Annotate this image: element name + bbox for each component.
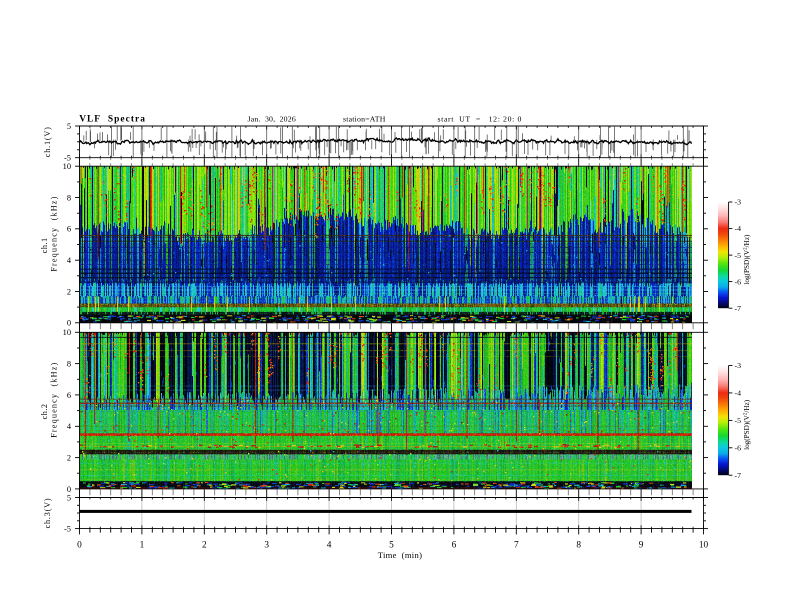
svg-text:2: 2 <box>67 454 71 463</box>
svg-text:-7: -7 <box>735 304 742 313</box>
svg-text:-6: -6 <box>735 277 742 286</box>
svg-text:5: 5 <box>67 122 71 131</box>
svg-text:-3: -3 <box>735 198 742 207</box>
svg-text:-5: -5 <box>64 525 71 534</box>
svg-text:ch.1(V): ch.1(V) <box>43 126 52 157</box>
svg-text:Time (min): Time (min) <box>378 550 423 560</box>
svg-text:8: 8 <box>67 360 71 369</box>
svg-text:station=ATH: station=ATH <box>343 114 386 123</box>
svg-text:0: 0 <box>67 319 71 328</box>
svg-text:6: 6 <box>67 225 71 234</box>
svg-text:1: 1 <box>140 540 145 550</box>
svg-text:10: 10 <box>63 328 71 337</box>
svg-text:ch.3(V): ch.3(V) <box>43 498 52 529</box>
svg-text:8: 8 <box>576 540 581 550</box>
svg-text:ch.1: ch.1 <box>40 237 49 253</box>
svg-text:10: 10 <box>63 162 71 171</box>
svg-text:7: 7 <box>514 540 519 550</box>
svg-text:5: 5 <box>67 493 71 502</box>
svg-text:-3: -3 <box>735 361 742 370</box>
svg-text:-7: -7 <box>735 471 742 480</box>
svg-text:Frequency (kHz): Frequency (kHz) <box>50 196 59 272</box>
svg-text:3: 3 <box>264 540 269 550</box>
svg-text:2: 2 <box>202 540 207 550</box>
svg-text:6: 6 <box>452 540 457 550</box>
svg-text:2: 2 <box>67 287 71 296</box>
svg-text:log(PSD)(V2/Hz): log(PSD)(V2/Hz) <box>743 234 751 285</box>
svg-text:ch.2: ch.2 <box>40 403 49 419</box>
svg-text:Frequency (kHz): Frequency (kHz) <box>50 362 59 438</box>
svg-text:-5: -5 <box>735 251 742 260</box>
svg-text:-6: -6 <box>735 444 742 453</box>
svg-text:VLF Spectra: VLF Spectra <box>79 115 146 125</box>
svg-text:10: 10 <box>699 540 709 550</box>
svg-text:5: 5 <box>389 540 394 550</box>
svg-text:log(PSD)(V2/Hz): log(PSD)(V2/Hz) <box>743 399 751 450</box>
svg-text:-5: -5 <box>735 416 742 425</box>
svg-text:-4: -4 <box>735 389 742 398</box>
svg-text:6: 6 <box>67 391 71 400</box>
svg-text:-4: -4 <box>735 224 742 233</box>
svg-text:start UT = 12: 20: 0: start UT = 12: 20: 0 <box>438 114 522 123</box>
svg-text:9: 9 <box>639 540 644 550</box>
svg-text:4: 4 <box>327 540 332 550</box>
svg-text:Jan. 30, 2026: Jan. 30, 2026 <box>248 114 296 123</box>
svg-text:0: 0 <box>77 540 82 550</box>
svg-text:8: 8 <box>67 193 71 202</box>
